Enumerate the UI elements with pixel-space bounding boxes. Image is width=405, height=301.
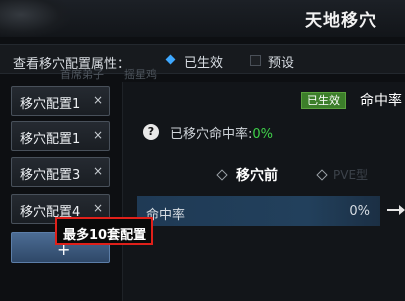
close-icon[interactable]: × [93,164,103,178]
status-badge: 已生效 [301,92,346,109]
config-slot-1[interactable]: 移穴配置1 × [11,86,110,116]
moved-hit-rate-label: 已移穴命中率: [170,127,253,142]
hit-rate-value: 0% [349,204,370,219]
config-slot-3[interactable]: 移穴配置3 × [11,157,110,187]
option-preset[interactable]: 预设 [268,52,294,71]
title-decoration [0,0,70,37]
config-slot-label: 移穴配置1 [20,132,81,147]
config-slot-2[interactable]: 移穴配置1 × [11,121,110,151]
preset-checkbox[interactable] [250,55,261,66]
attribute-panel [122,82,405,301]
window-title: 天地移穴 [305,11,377,31]
background-ghost-text: PVE型 [333,168,369,182]
arrow-right-icon [387,205,405,215]
section-title: 移穴前 [236,168,278,184]
moved-hit-rate-value: 0% [252,127,274,142]
tooltip: 最多10套配置 [55,217,153,245]
hit-rate-header: 命中率 [360,93,402,109]
title-bar: 天地移穴 [0,0,405,37]
close-icon[interactable]: × [93,93,103,107]
config-slot-label: 移穴配置3 [20,168,81,183]
background-ghost-text: 首席弟子 [60,68,104,81]
close-icon[interactable]: × [93,201,103,215]
close-icon[interactable]: × [93,128,103,142]
hit-rate-row: 命中率 0% [137,196,380,226]
tooltip-text: 最多10套配置 [63,228,147,243]
option-active[interactable]: 已生效 [184,52,223,71]
config-slot-label: 移穴配置1 [20,97,81,112]
moved-hit-rate: 已移穴命中率:0% [170,123,273,142]
background-ghost-text: 摇星鸡 [124,68,157,81]
help-icon[interactable]: ? [143,124,159,140]
